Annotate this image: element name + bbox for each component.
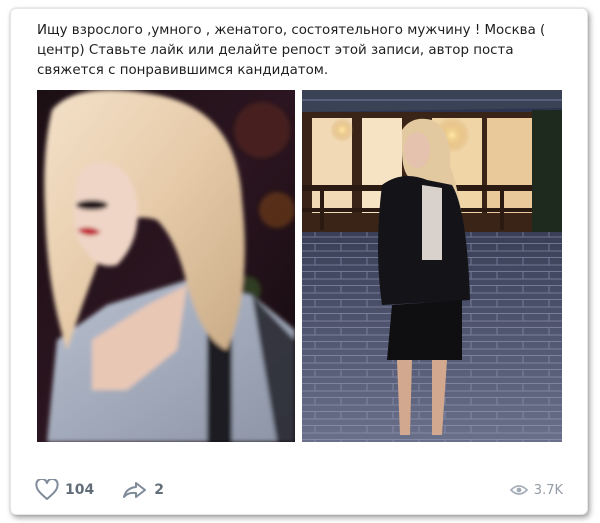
repost-count: 2 (154, 482, 164, 498)
eye-icon (509, 485, 528, 495)
photo-woman-leather-jacket (302, 90, 562, 442)
views-indicator: 3.7K (509, 482, 563, 498)
post-photo-1[interactable] (37, 90, 295, 442)
like-button[interactable]: 104 (35, 479, 94, 501)
post-text: Ищу взрослого ,умного , женатого, состоя… (37, 23, 550, 78)
post-actions-bar: 104 2 3.7K (35, 477, 563, 503)
like-count: 104 (65, 482, 95, 498)
heart-icon (35, 479, 59, 500)
views-count: 3.7K (533, 482, 563, 498)
share-arrow-icon (123, 482, 147, 498)
post-photo-2[interactable] (302, 90, 562, 442)
photo-woman-plaid-jacket (37, 90, 295, 442)
post-card: Ищу взрослого ,умного , женатого, состоя… (10, 8, 588, 515)
repost-button[interactable]: 2 (122, 480, 164, 500)
